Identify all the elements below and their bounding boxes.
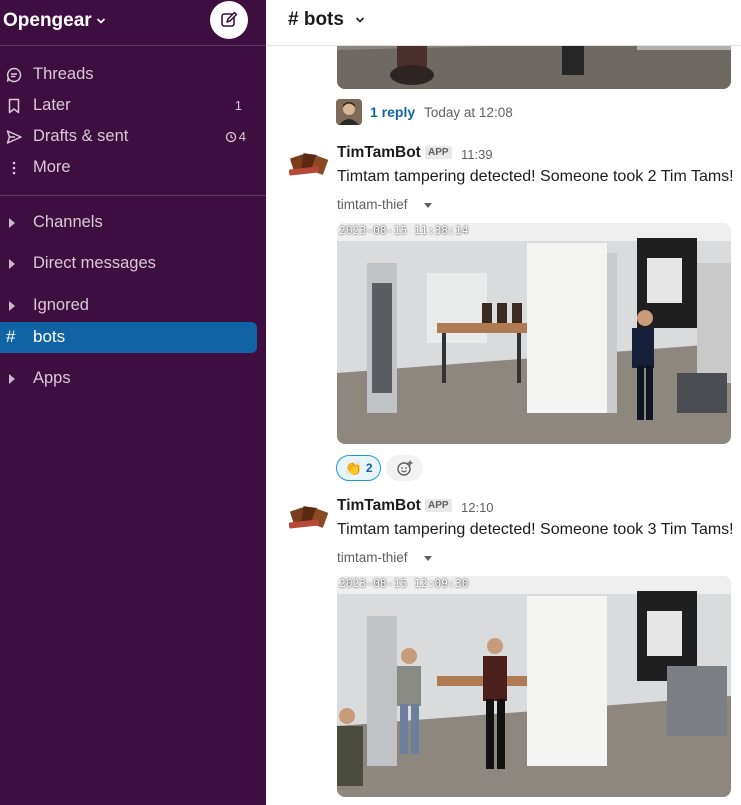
section-ignored[interactable]: Ignored <box>0 291 266 321</box>
sender-name[interactable]: TimTamBot <box>337 144 421 162</box>
drafts-count: 4 <box>225 129 246 144</box>
cctv-scene <box>337 223 731 444</box>
add-emoji-icon <box>396 460 412 476</box>
workspace-name: Opengear <box>3 10 92 31</box>
cctv-scene <box>337 576 731 797</box>
sidebar-divider <box>0 45 266 46</box>
reaction-count: 2 <box>365 461 373 475</box>
file-name[interactable]: timtam-thief <box>337 197 408 212</box>
section-label: Direct messages <box>33 254 156 272</box>
clap-icon: 👏 <box>344 459 362 476</box>
sidebar: Opengear Threads Later 1 Drafts & sent 4 <box>0 0 266 805</box>
bot-avatar[interactable] <box>288 503 329 529</box>
bookmark-icon <box>5 97 23 115</box>
send-icon <box>5 128 23 146</box>
section-label: Channels <box>33 213 103 231</box>
app-badge: APP <box>425 499 452 512</box>
section-label: Apps <box>33 369 71 387</box>
threads-icon <box>5 66 23 84</box>
channel-label: bots <box>33 327 66 346</box>
chevron-down-icon <box>96 18 105 24</box>
add-reaction-button[interactable] <box>386 455 423 481</box>
message-pane: # bots 1 reply Today at 12:08 TimTamBot … <box>266 0 741 805</box>
sidebar-item-threads[interactable]: Threads <box>0 60 266 90</box>
sidebar-item-label: Drafts & sent <box>33 127 129 145</box>
caret-right-icon <box>9 301 15 311</box>
sidebar-item-label: More <box>33 158 71 176</box>
sender-name[interactable]: TimTamBot <box>337 497 421 515</box>
scheduled-icon <box>225 131 236 142</box>
file-name[interactable]: timtam-thief <box>337 550 408 565</box>
message-time[interactable]: 11:39 <box>461 147 493 162</box>
timestamp-overlay: 2023-08-15 12:09:30 <box>339 577 469 590</box>
later-count: 1 <box>234 98 242 113</box>
compose-icon <box>221 11 238 27</box>
section-channels[interactable]: Channels <box>0 208 266 238</box>
section-label: Ignored <box>33 296 89 314</box>
chocolate-icon <box>288 506 329 529</box>
message-text: Timtam tampering detected! Someone took … <box>337 521 734 538</box>
reply-time: Today at 12:08 <box>424 104 513 120</box>
cctv-image-1[interactable]: 2023-08-15 11:38:14 <box>337 223 731 444</box>
reaction-clap[interactable]: 👏 2 <box>336 455 381 481</box>
chevron-down-icon[interactable] <box>355 15 365 25</box>
app-badge: APP <box>425 146 452 159</box>
caret-right-icon <box>9 259 15 269</box>
caret-right-icon <box>9 218 15 228</box>
more-vertical-icon <box>5 159 23 177</box>
channel-header: # bots <box>266 0 741 46</box>
section-direct-messages[interactable]: Direct messages <box>0 249 266 279</box>
hash-icon: # <box>6 327 16 346</box>
avatar <box>336 99 362 125</box>
chocolate-icon <box>288 153 329 176</box>
caret-down-icon[interactable] <box>424 203 432 208</box>
sidebar-item-bots[interactable]: # bots <box>0 322 257 353</box>
sidebar-item-later[interactable]: Later 1 <box>0 91 266 121</box>
section-apps[interactable]: Apps <box>0 364 266 394</box>
thread-reply-row[interactable]: 1 reply Today at 12:08 <box>336 99 513 125</box>
sidebar-item-more[interactable]: More <box>0 153 266 183</box>
sidebar-item-label: Threads <box>33 65 94 83</box>
sidebar-divider <box>0 195 266 196</box>
channel-title[interactable]: # bots <box>288 9 344 31</box>
compose-button[interactable] <box>210 1 248 39</box>
cctv-image-2[interactable]: 2023-08-15 12:09:30 <box>337 576 731 797</box>
bot-avatar[interactable] <box>288 150 329 176</box>
sidebar-item-label: Later <box>33 96 71 114</box>
drafts-count-value: 4 <box>238 129 246 144</box>
caret-down-icon[interactable] <box>424 556 432 561</box>
message-text: Timtam tampering detected! Someone took … <box>337 168 734 185</box>
timestamp-overlay: 2023-08-15 11:38:14 <box>339 224 469 237</box>
sidebar-item-drafts[interactable]: Drafts & sent 4 <box>0 122 266 152</box>
message-time[interactable]: 12:10 <box>461 500 494 515</box>
reply-count-link[interactable]: 1 reply <box>370 104 415 120</box>
caret-right-icon <box>9 374 15 384</box>
